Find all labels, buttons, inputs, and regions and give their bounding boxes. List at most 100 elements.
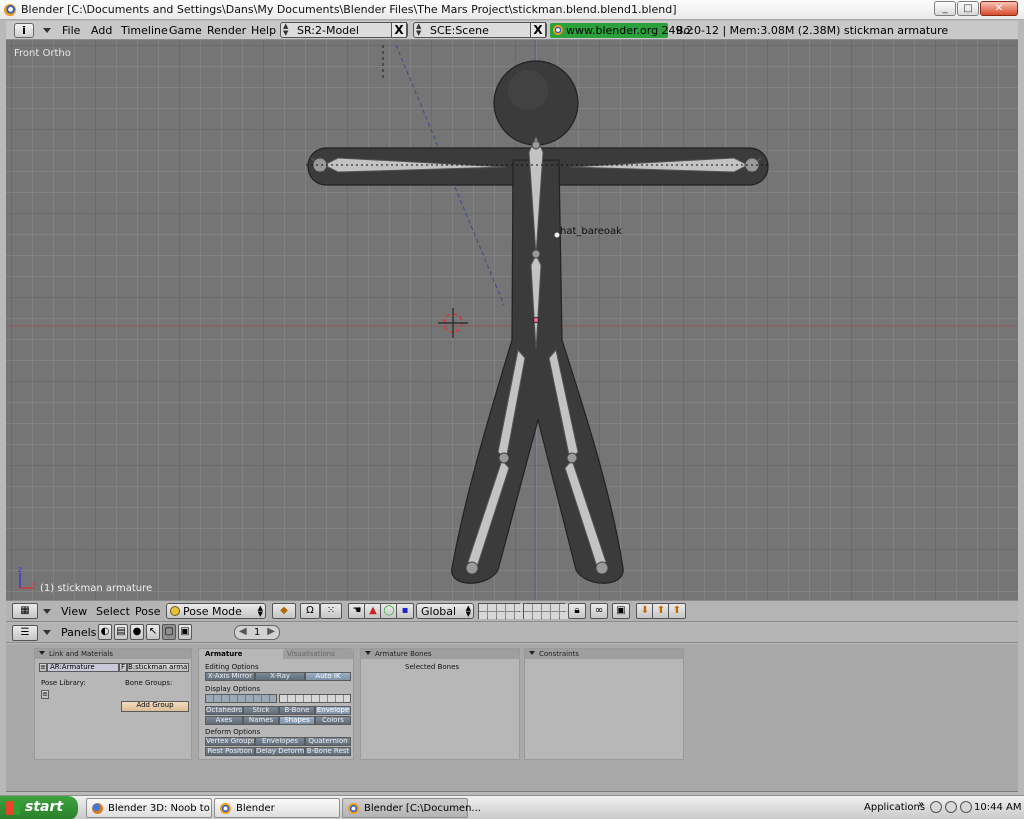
taskbar-item-blender[interactable]: Blender: [214, 798, 340, 818]
add-group-button[interactable]: Add Group: [121, 701, 189, 712]
proportional-edit-button[interactable]: Ω: [300, 603, 320, 619]
close-button[interactable]: ✕: [980, 1, 1018, 16]
network-icon[interactable]: [945, 801, 957, 813]
panels-menu[interactable]: Panels: [61, 626, 96, 639]
screen-browse-icon[interactable]: ▲ ▼: [283, 23, 288, 37]
scene-context-button[interactable]: ▣: [178, 624, 192, 640]
collapse-menu-icon[interactable]: [43, 609, 51, 614]
editor-type-button[interactable]: ☰: [12, 625, 38, 641]
panel-header[interactable]: Constraints: [525, 649, 683, 659]
menu-file[interactable]: File: [62, 24, 80, 37]
editing-options-label: Editing Options: [205, 663, 259, 671]
applications-menu[interactable]: Applications: [864, 802, 925, 813]
collapse-menu-icon[interactable]: [43, 28, 51, 33]
collapse-icon[interactable]: [529, 651, 535, 655]
scene-selector[interactable]: ▲ ▼ SCE:Scene X: [413, 22, 547, 38]
screen-delete-button[interactable]: X: [391, 22, 407, 38]
panel-header[interactable]: Link and Materials: [35, 649, 191, 659]
window-type-menu[interactable]: i: [14, 23, 34, 38]
increment-icon[interactable]: ▶: [267, 626, 275, 637]
lock-layers-button[interactable]: 🔒︎: [568, 603, 586, 619]
scene-name[interactable]: SCE:Scene: [430, 24, 489, 37]
blender-url-badge[interactable]: www.blender.org 249.2: [550, 23, 693, 38]
rest-position-toggle[interactable]: Rest Position: [205, 747, 255, 756]
axes-toggle[interactable]: Axes: [205, 716, 243, 725]
pose-library-browse-icon[interactable]: ≡: [41, 690, 49, 699]
opengl-render-button[interactable]: ▣: [612, 603, 630, 619]
scene-delete-button[interactable]: X: [530, 22, 546, 38]
bone-layers-right[interactable]: [279, 694, 351, 703]
armature-browse-icon[interactable]: ≡: [39, 663, 47, 672]
bone-joint: [312, 157, 328, 173]
bone-layers-left[interactable]: [205, 694, 277, 703]
collapse-icon[interactable]: [365, 651, 371, 655]
armature-name-field[interactable]: AR:Armature: [47, 663, 119, 672]
collapse-icon[interactable]: [39, 651, 45, 655]
taskbar-item-firefox[interactable]: Blender 3D: Noob to ...: [86, 798, 223, 818]
menu-render[interactable]: Render: [207, 24, 246, 37]
orientation-label: Global: [421, 605, 457, 618]
3d-viewport[interactable]: z x Front Ortho hat_bareoak (1) stickman…: [6, 40, 1018, 600]
frame-value[interactable]: 1: [254, 627, 260, 638]
layer-buttons-left[interactable]: [478, 603, 523, 619]
editor-type-button[interactable]: ▦: [12, 603, 38, 619]
start-button[interactable]: start: [0, 796, 78, 819]
layer-buttons-right[interactable]: [523, 603, 568, 619]
sphere-icon: ●: [132, 626, 142, 637]
x-ray-toggle[interactable]: X-Ray: [255, 672, 305, 681]
logic-context-button[interactable]: ◐: [98, 624, 112, 640]
menu-add[interactable]: Add: [91, 24, 112, 37]
quaternion-toggle[interactable]: Quaternion: [305, 737, 351, 746]
menu-timeline[interactable]: Timeline: [121, 24, 168, 37]
pivot-button[interactable]: ⁙: [320, 603, 342, 619]
delay-deform-toggle[interactable]: Delay Deform: [255, 747, 305, 756]
envelopes-toggle[interactable]: Envelopes: [255, 737, 305, 746]
vertex-groups-toggle[interactable]: Vertex Groups: [205, 737, 255, 746]
shading-button[interactable]: ◆: [272, 603, 296, 619]
taskbar-item-blender-active[interactable]: Blender [C:\Documen...: [342, 798, 481, 818]
current-frame-field[interactable]: ◀ 1 ▶: [234, 625, 280, 640]
auto-ik-button[interactable]: ∞: [590, 603, 608, 619]
back-icon[interactable]: [930, 801, 942, 813]
x-axis-mirror-toggle[interactable]: X-Axis Mirror: [205, 672, 255, 681]
scene-browse-icon[interactable]: ▲ ▼: [416, 23, 421, 37]
menu-select[interactable]: Select: [96, 605, 130, 618]
menu-help[interactable]: Help: [251, 24, 276, 37]
b-bone-toggle[interactable]: B-Bone: [279, 706, 315, 715]
octahedron-toggle[interactable]: Octahedron: [205, 706, 243, 715]
menu-game[interactable]: Game: [169, 24, 202, 37]
mode-selector[interactable]: Pose Mode ▲ ▼: [166, 603, 266, 619]
panel-header[interactable]: Armature Bones: [361, 649, 519, 659]
object-context-button[interactable]: ↖: [146, 624, 160, 640]
clock[interactable]: 10:44 AM: [974, 802, 1021, 813]
blender-url[interactable]: www.blender.org 249.2: [566, 24, 693, 37]
scale-manipulator[interactable]: ▪: [396, 603, 414, 619]
script-context-button[interactable]: ▤: [114, 624, 128, 640]
menu-pose[interactable]: Pose: [135, 605, 160, 618]
fake-user-button[interactable]: F: [119, 663, 127, 672]
object-name-field[interactable]: B:stickman armature: [127, 663, 189, 672]
tab-visualisations[interactable]: Visualisations: [283, 649, 353, 659]
paste-flipped-button[interactable]: ⬆: [668, 603, 686, 619]
orientation-selector[interactable]: Global ▲ ▼: [416, 603, 474, 619]
b-bone-rest-toggle[interactable]: B-Bone Rest: [305, 747, 351, 756]
task-label: Blender 3D: Noob to ...: [108, 803, 223, 814]
volume-icon[interactable]: [960, 801, 972, 813]
shapes-toggle[interactable]: Shapes: [279, 716, 315, 725]
minimize-button[interactable]: _: [934, 1, 956, 16]
maximize-button[interactable]: □: [957, 1, 979, 16]
envelope-toggle[interactable]: Envelope: [315, 706, 351, 715]
decrement-icon[interactable]: ◀: [239, 626, 247, 637]
screen-selector[interactable]: ▲ ▼ SR:2-Model X: [280, 22, 408, 38]
shading-context-button[interactable]: ●: [130, 624, 144, 640]
screen-name[interactable]: SR:2-Model: [297, 24, 359, 37]
auto-ik-toggle[interactable]: Auto IK: [305, 672, 351, 681]
collapse-menu-icon[interactable]: [43, 630, 51, 635]
colors-toggle[interactable]: Colors: [315, 716, 351, 725]
tray-expand-icon[interactable]: »: [918, 799, 924, 810]
menu-view[interactable]: View: [61, 605, 87, 618]
stick-toggle[interactable]: Stick: [243, 706, 279, 715]
tab-armature[interactable]: Armature: [201, 649, 281, 659]
names-toggle[interactable]: Names: [243, 716, 279, 725]
editing-context-button[interactable]: ▢: [162, 624, 176, 640]
